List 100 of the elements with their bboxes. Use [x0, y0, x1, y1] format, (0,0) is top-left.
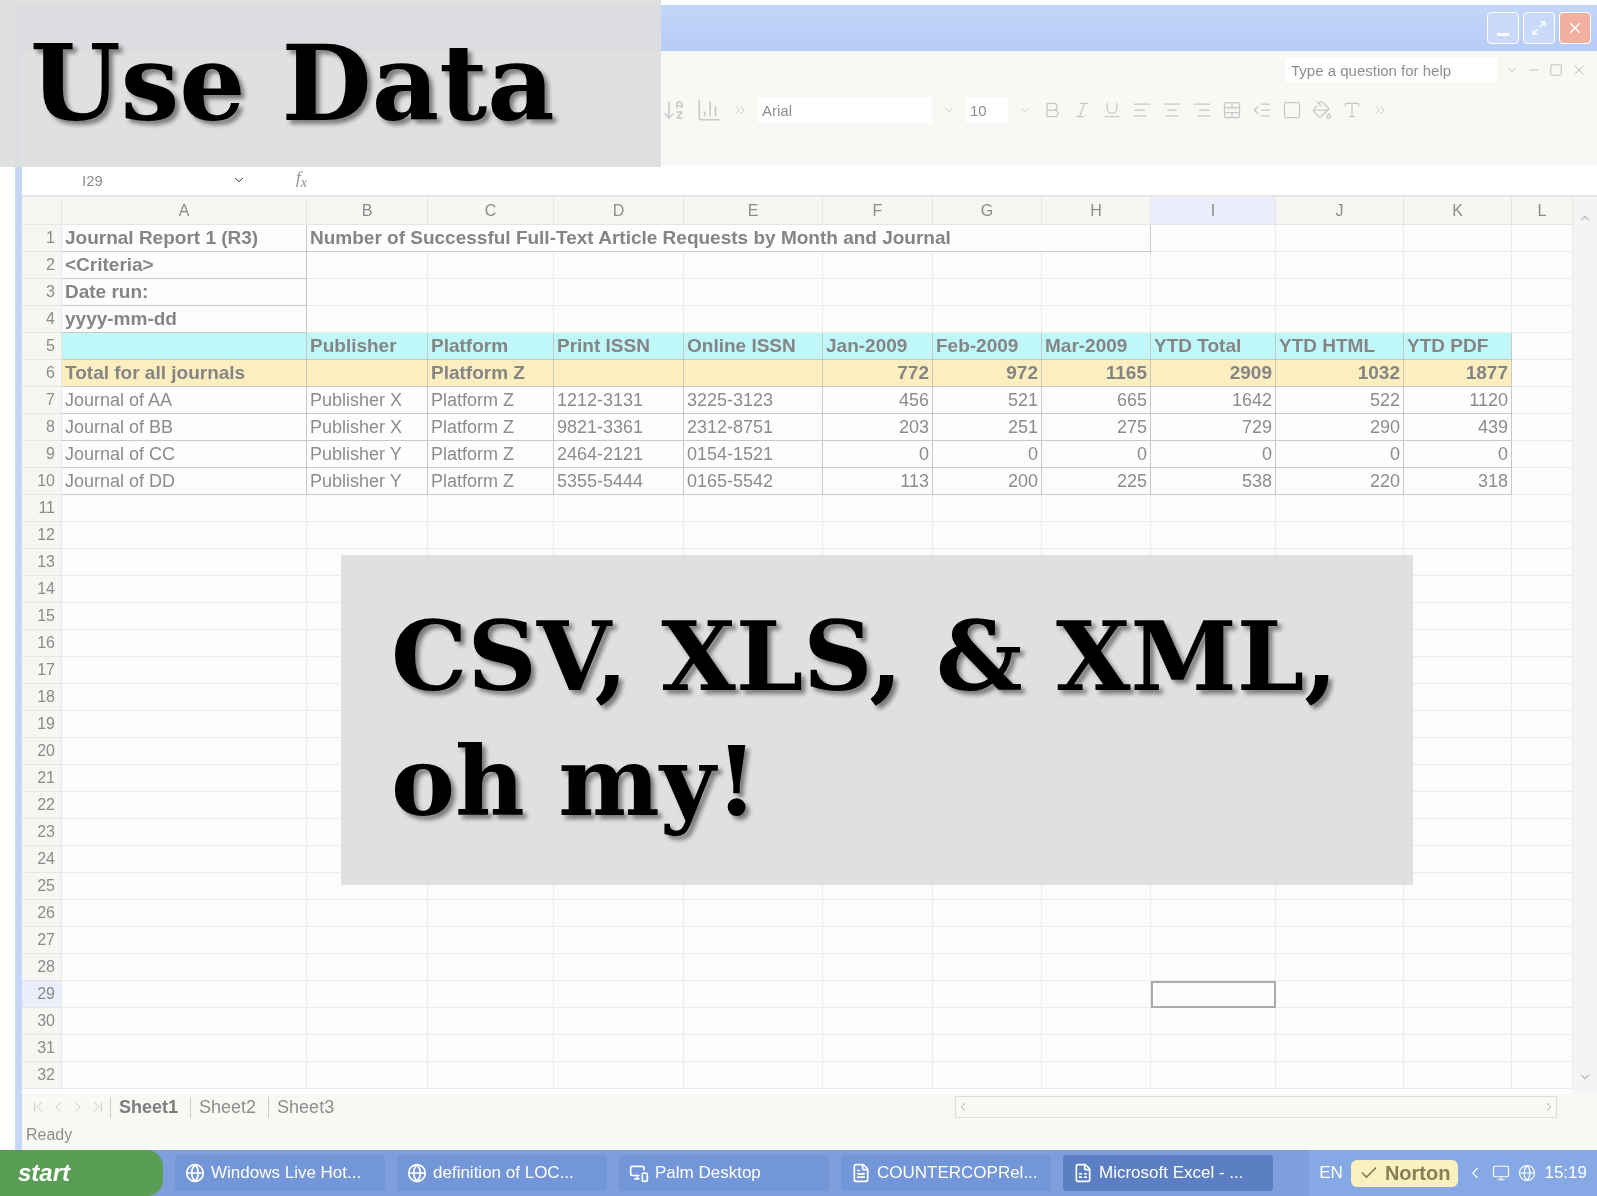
table-cell: 225 [1042, 468, 1151, 495]
row-header[interactable]: 24 [22, 846, 62, 873]
table-cell: Journal of AA [62, 387, 307, 414]
row-header[interactable]: 3 [22, 279, 62, 306]
row-header[interactable]: 10 [22, 468, 62, 495]
table-cell: Journal Report 1 (R3) [62, 225, 307, 252]
taskbar-button[interactable]: Palm Desktop [619, 1155, 829, 1191]
column-header[interactable]: K [1404, 197, 1512, 225]
border-icon[interactable] [1282, 100, 1302, 120]
table-cell: 200 [933, 468, 1042, 495]
column-header[interactable]: J [1276, 197, 1404, 225]
table-cell: 9821-3361 [554, 414, 684, 441]
row-header[interactable]: 8 [22, 414, 62, 441]
column-header[interactable]: C [428, 197, 554, 225]
column-header[interactable]: D [554, 197, 684, 225]
security-badge[interactable]: Norton [1350, 1159, 1459, 1187]
table-cell: 2312-8751 [684, 414, 823, 441]
row-header[interactable]: 2 [22, 252, 62, 279]
sort-icon[interactable] [662, 98, 686, 122]
row-header[interactable]: 32 [22, 1062, 62, 1089]
sheet-tab[interactable]: Sheet3 [268, 1096, 343, 1118]
help-search-field[interactable]: Type a question for help [1285, 58, 1497, 82]
merge-cells-icon[interactable] [1222, 100, 1242, 120]
table-cell: 1877 [1404, 360, 1512, 387]
font-size-field[interactable]: 10 [966, 97, 1008, 123]
column-header[interactable]: B [307, 197, 428, 225]
horizontal-scrollbar[interactable] [955, 1096, 1557, 1118]
column-header[interactable]: I [1151, 197, 1276, 225]
table-cell: 1212-3131 [554, 387, 684, 414]
restore-icon[interactable] [1549, 63, 1563, 77]
chart-icon[interactable] [696, 97, 722, 123]
row-header[interactable]: 15 [22, 603, 62, 630]
font-color-icon[interactable] [1342, 100, 1362, 120]
table-cell: Journal of BB [62, 414, 307, 441]
close-button[interactable] [1559, 12, 1591, 44]
row-header[interactable]: 9 [22, 441, 62, 468]
table-cell: Mar-2009 [1042, 333, 1151, 360]
table-cell: Publisher [307, 333, 428, 360]
column-header[interactable]: L [1512, 197, 1573, 225]
maximize-button[interactable] [1523, 12, 1555, 44]
vertical-scrollbar[interactable] [1573, 197, 1597, 1094]
column-header[interactable]: G [933, 197, 1042, 225]
table-cell: 0154-1521 [684, 441, 823, 468]
column-header[interactable]: F [823, 197, 933, 225]
row-header[interactable]: 17 [22, 657, 62, 684]
row-header[interactable]: 11 [22, 495, 62, 522]
row-header[interactable]: 29 [22, 981, 62, 1008]
table-cell: 665 [1042, 387, 1151, 414]
row-header[interactable]: 31 [22, 1035, 62, 1062]
select-all-corner[interactable] [22, 197, 62, 225]
language-indicator[interactable]: EN [1319, 1163, 1343, 1183]
taskbar-button[interactable]: definition of LOC... [397, 1155, 607, 1191]
row-header[interactable]: 27 [22, 927, 62, 954]
minimize-button[interactable] [1487, 12, 1519, 44]
taskbar-button[interactable]: COUNTERCOPRel... [841, 1155, 1051, 1191]
row-header[interactable]: 7 [22, 387, 62, 414]
row-header[interactable]: 4 [22, 306, 62, 333]
table-cell: 290 [1276, 414, 1404, 441]
row-header[interactable]: 30 [22, 1008, 62, 1035]
start-button[interactable]: start [0, 1150, 163, 1196]
globe-icon[interactable] [1518, 1164, 1537, 1182]
row-header[interactable]: 14 [22, 576, 62, 603]
table-cell: Platform Z [428, 414, 554, 441]
sheet-tab[interactable]: Sheet1 [110, 1096, 187, 1118]
function-label[interactable]: f$_{x}$ [296, 168, 308, 192]
table-cell: 0 [933, 441, 1042, 468]
row-header[interactable]: 26 [22, 900, 62, 927]
minimize-icon [1497, 32, 1509, 36]
table-cell: Jan-2009 [823, 333, 933, 360]
status-text: Ready [25, 1125, 74, 1145]
row-header[interactable]: 28 [22, 954, 62, 981]
table-cell: 220 [1276, 468, 1404, 495]
row-header[interactable]: 25 [22, 873, 62, 900]
row-header[interactable]: 20 [22, 738, 62, 765]
table-cell: YTD Total [1151, 333, 1276, 360]
sheet-tab[interactable]: Sheet2 [190, 1096, 265, 1118]
taskbar-button[interactable]: Microsoft Excel - ... [1063, 1155, 1273, 1191]
row-header[interactable]: 23 [22, 819, 62, 846]
fill-color-icon[interactable] [1312, 100, 1332, 120]
column-header[interactable]: A [62, 197, 307, 225]
font-field[interactable]: Arial [758, 97, 932, 123]
table-cell: 0 [1042, 441, 1151, 468]
row-header[interactable]: 13 [22, 549, 62, 576]
row-header[interactable]: 16 [22, 630, 62, 657]
column-header[interactable]: E [684, 197, 823, 225]
row-header[interactable]: 22 [22, 792, 62, 819]
table-cell: Publisher Y [307, 468, 428, 495]
row-header[interactable]: 12 [22, 522, 62, 549]
row-header[interactable]: 5 [22, 333, 62, 360]
taskbar-button[interactable]: Windows Live Hot... [175, 1155, 385, 1191]
row-header[interactable]: 6 [22, 360, 62, 387]
network-icon[interactable] [1492, 1164, 1511, 1182]
column-header[interactable]: H [1042, 197, 1151, 225]
row-header[interactable]: 21 [22, 765, 62, 792]
row-header[interactable]: 19 [22, 711, 62, 738]
row-header[interactable]: 1 [22, 225, 62, 252]
underline-icon[interactable] [1102, 100, 1122, 120]
name-box[interactable]: I29 [22, 171, 232, 189]
table-cell: 439 [1404, 414, 1512, 441]
row-header[interactable]: 18 [22, 684, 62, 711]
